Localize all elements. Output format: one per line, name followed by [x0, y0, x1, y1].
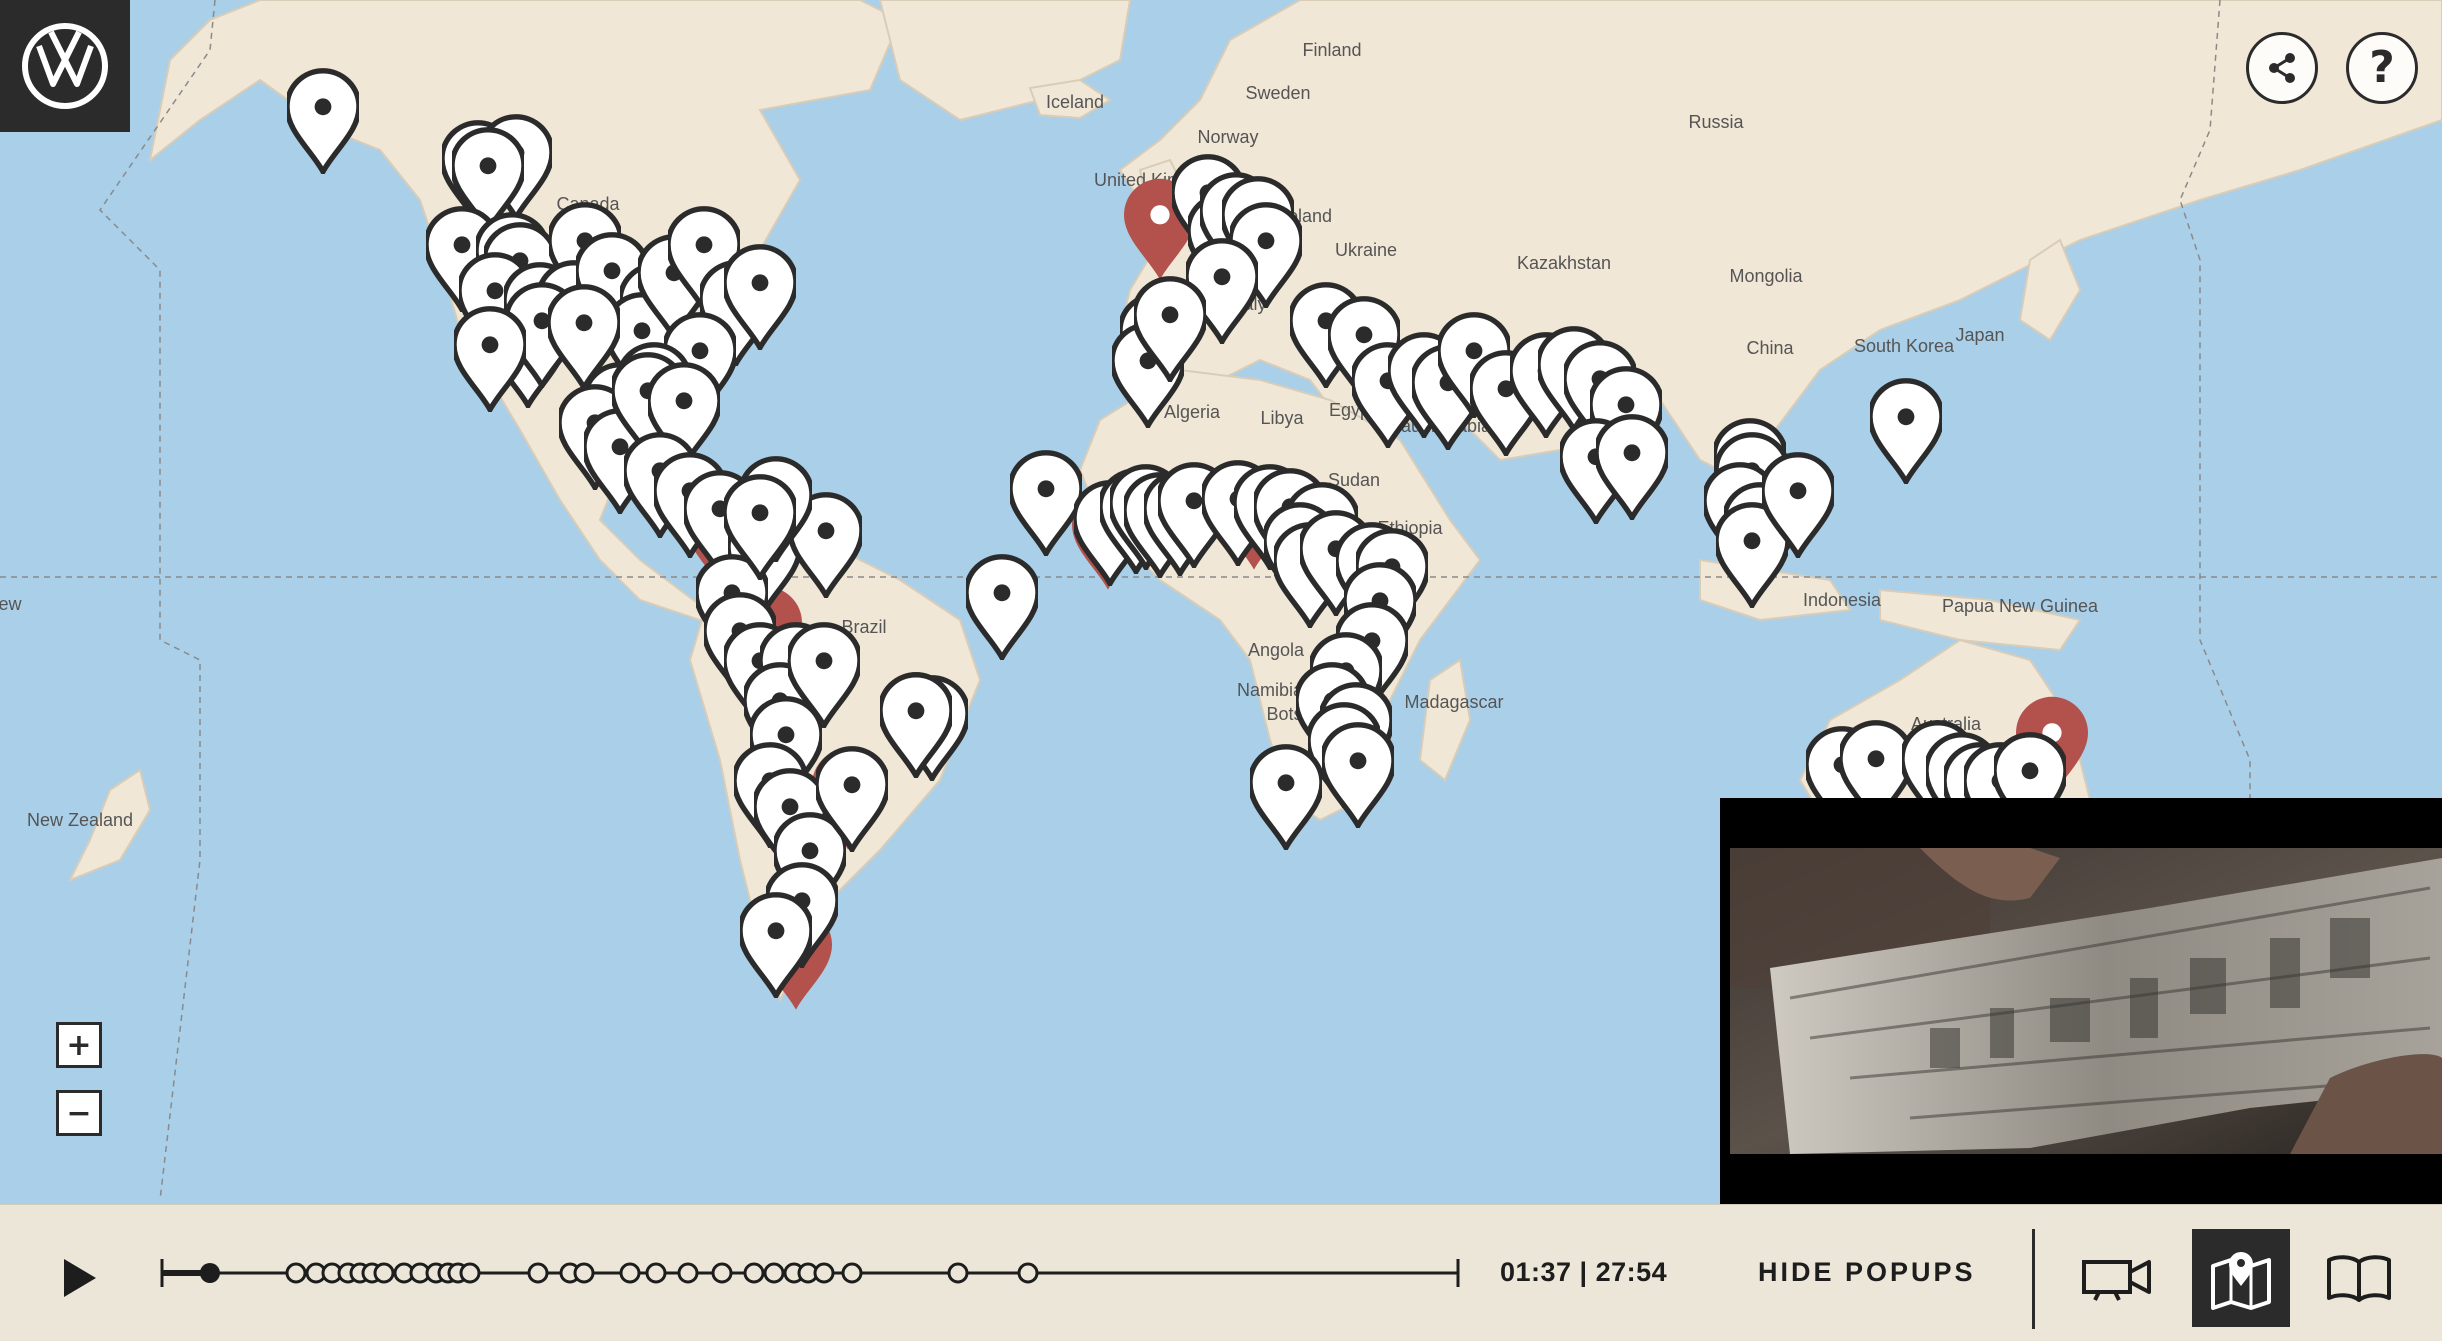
share-icon	[2269, 53, 2295, 83]
zoom-in-icon: +	[66, 1027, 92, 1063]
label-iceland: Iceland	[1046, 92, 1104, 112]
label-china: China	[1746, 338, 1794, 358]
label-mongolia: Mongolia	[1729, 266, 1803, 286]
chapter-marker[interactable]	[813, 1262, 835, 1284]
open-book-icon	[2327, 1255, 2391, 1302]
label-new-zealand: New Zealand	[27, 810, 133, 830]
chapter-marker[interactable]	[711, 1262, 733, 1284]
label-ew: ew	[0, 594, 23, 614]
label-madagascar: Madagascar	[1404, 692, 1503, 712]
help-icon: ?	[2369, 42, 2395, 93]
chapter-marker[interactable]	[459, 1262, 481, 1284]
play-icon[interactable]	[56, 1255, 102, 1301]
video-mode-button[interactable]	[2068, 1229, 2166, 1327]
zoom-out-icon: −	[66, 1095, 92, 1131]
label-sweden: Sweden	[1245, 83, 1310, 103]
label-angola: Angola	[1248, 640, 1305, 660]
volkswagen-logo[interactable]	[0, 0, 130, 132]
chapter-marker[interactable]	[743, 1262, 765, 1284]
map-mode-button[interactable]	[2192, 1229, 2290, 1327]
label-japan: Japan	[1955, 325, 2004, 345]
chapter-marker[interactable]	[645, 1262, 667, 1284]
label-south-korea: South Korea	[1854, 336, 1955, 356]
video-still-image	[1730, 848, 2442, 1154]
map-pin-icon	[2211, 1252, 2271, 1310]
timeline-playhead[interactable]	[199, 1263, 220, 1283]
volkswagen-logo-icon	[22, 23, 108, 109]
label-libya: Libya	[1260, 408, 1304, 428]
video-camera-icon	[2082, 1260, 2151, 1301]
video-player[interactable]	[1720, 798, 2442, 1204]
chapter-marker[interactable]	[285, 1262, 307, 1284]
playback-bar: 01:37 | 27:54 HIDE POPUPS	[0, 1204, 2442, 1341]
label-norway: Norway	[1197, 127, 1258, 147]
chapter-marker[interactable]	[763, 1262, 785, 1284]
label-algeria: Algeria	[1164, 402, 1221, 422]
zoom-out-button[interactable]: −	[56, 1090, 102, 1136]
zoom-in-button[interactable]: +	[56, 1022, 102, 1068]
video-frame[interactable]	[1730, 848, 2442, 1154]
chapter-marker[interactable]	[373, 1262, 395, 1284]
chapter-marker[interactable]	[1017, 1262, 1039, 1284]
label-ukraine: Ukraine	[1335, 240, 1397, 260]
label-indonesia: Indonesia	[1803, 590, 1882, 610]
chapter-marker[interactable]	[841, 1262, 863, 1284]
help-button[interactable]: ?	[2346, 32, 2418, 104]
book-mode-button[interactable]	[2310, 1229, 2408, 1327]
hide-popups-button[interactable]: HIDE POPUPS	[1758, 1257, 1976, 1288]
timecode: 01:37 | 27:54	[1500, 1257, 1668, 1287]
label-papua-new-guinea: Papua New Guinea	[1942, 596, 2099, 616]
timeline-scrubber[interactable]	[158, 1243, 1462, 1303]
share-button[interactable]	[2246, 32, 2318, 104]
chapter-marker[interactable]	[677, 1262, 699, 1284]
controls-divider	[2032, 1229, 2035, 1329]
label-namibia: Namibia	[1237, 680, 1304, 700]
label-finland: Finland	[1302, 40, 1361, 60]
chapter-marker[interactable]	[573, 1262, 595, 1284]
label-russia: Russia	[1688, 112, 1744, 132]
label-kazakhstan: Kazakhstan	[1517, 253, 1611, 273]
chapter-marker[interactable]	[947, 1262, 969, 1284]
chapter-marker[interactable]	[619, 1262, 641, 1284]
chapter-marker[interactable]	[527, 1262, 549, 1284]
